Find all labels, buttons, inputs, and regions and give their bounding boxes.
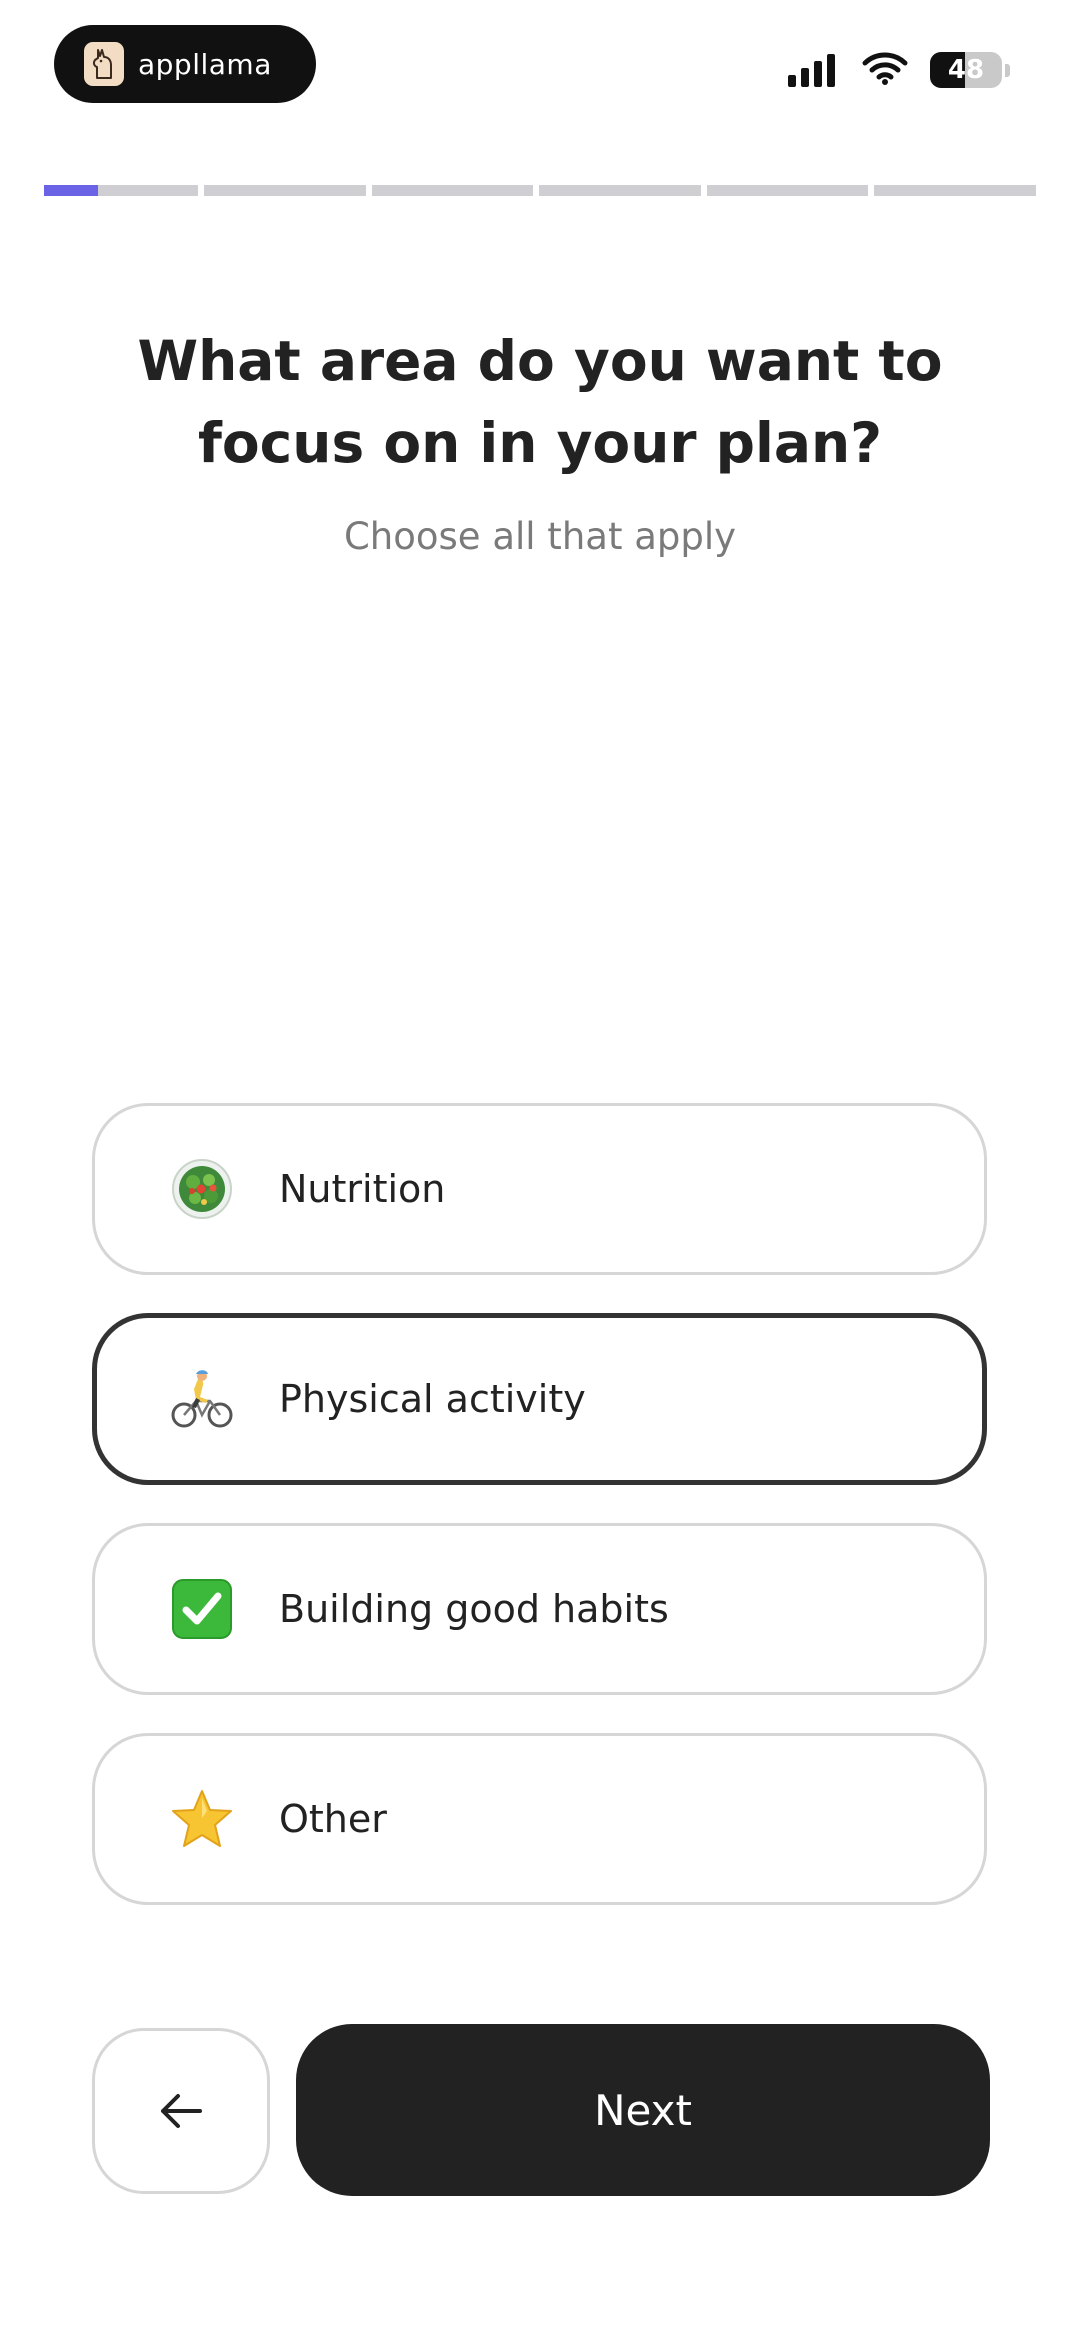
arrow-left-icon <box>161 2094 202 2128</box>
option-nutrition[interactable]: Nutrition <box>92 1103 987 1275</box>
page-title: What area do you want to focus on in you… <box>90 320 990 484</box>
progress-segment <box>204 185 366 196</box>
app-badge-label: appllama <box>138 47 272 81</box>
option-label: Nutrition <box>279 1167 446 1211</box>
check-mark-icon <box>169 1576 235 1642</box>
option-building-good-habits[interactable]: Building good habits <box>92 1523 987 1695</box>
battery-percentage: 48 <box>947 55 985 85</box>
progress-segment <box>706 185 869 196</box>
option-other[interactable]: Other <box>92 1733 987 1905</box>
battery-cap <box>1005 63 1010 77</box>
page-title-line-1: What area do you want to <box>137 329 943 393</box>
progress-segment <box>44 185 199 196</box>
wifi-icon <box>862 51 908 89</box>
focus-area-options: Nutrition Physical activity Building goo <box>92 1103 987 1943</box>
star-icon <box>169 1786 235 1852</box>
cellular-signal-icon <box>788 53 840 87</box>
option-label: Building good habits <box>279 1587 669 1631</box>
option-label: Physical activity <box>279 1377 586 1421</box>
app-badge[interactable]: appllama <box>54 25 316 103</box>
back-button[interactable] <box>92 2028 270 2194</box>
onboarding-progress-bar <box>44 185 1037 196</box>
next-button[interactable]: Next <box>296 2024 990 2196</box>
option-physical-activity[interactable]: Physical activity <box>92 1313 987 1485</box>
page-title-line-2: focus on in your plan? <box>197 411 883 475</box>
llama-logo-icon <box>84 42 124 86</box>
option-label: Other <box>279 1797 387 1841</box>
progress-segment <box>874 185 1037 196</box>
page-subtitle: Choose all that apply <box>343 515 737 558</box>
salad-icon <box>169 1156 235 1222</box>
progress-fill <box>44 185 98 196</box>
progress-segment <box>371 185 534 196</box>
status-icons: 48 <box>788 50 1010 90</box>
status-bar: appllama 48 <box>0 0 1080 130</box>
progress-segment <box>539 185 701 196</box>
cyclist-icon <box>169 1366 235 1432</box>
battery-icon: 48 <box>930 52 1002 88</box>
